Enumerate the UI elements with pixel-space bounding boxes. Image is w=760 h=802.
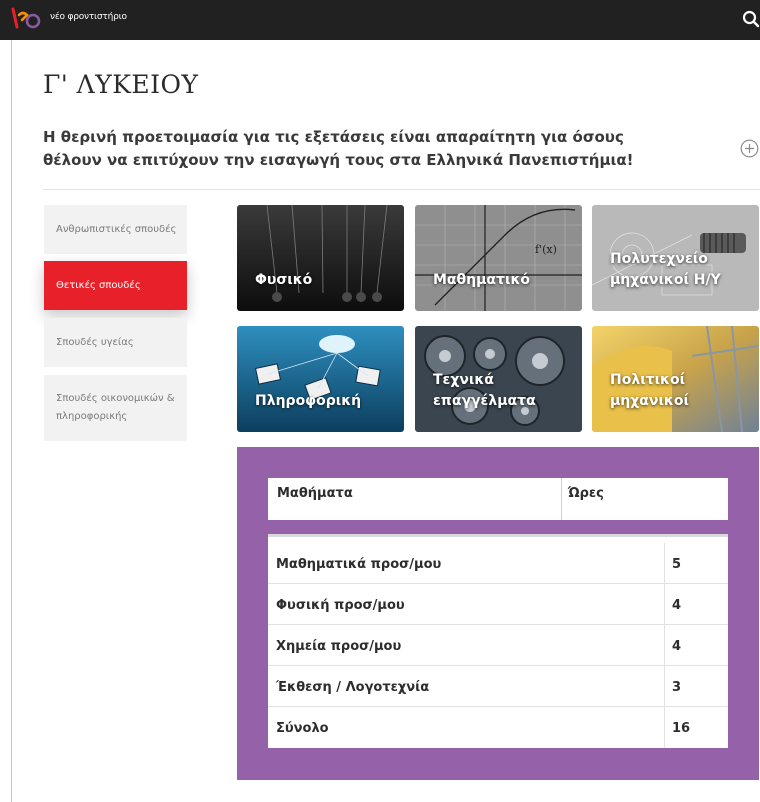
tile-informatics-image [237, 326, 404, 432]
cell-separator [664, 666, 665, 707]
tile-label: Μαθηματικό [433, 272, 531, 288]
category-label: Σπουδές οικονομικών & πληροφορικής [56, 393, 175, 422]
hours-cell: 4 [672, 639, 682, 654]
subject-cell: Μαθηματικά προσ/μου [276, 557, 442, 572]
svg-text:f'(x): f'(x) [535, 243, 557, 256]
header-separator [561, 478, 562, 520]
category-label: Σπουδές υγείας [56, 336, 134, 348]
cell-separator [664, 584, 665, 625]
table-row: Φυσική προσ/μου 4 [268, 584, 728, 625]
category-health[interactable]: Σπουδές υγείας [44, 318, 187, 367]
category-sciences[interactable]: Θετικές σπουδές [44, 261, 187, 310]
category-label: Ανθρωπιστικές σπουδές [56, 223, 177, 235]
hours-cell: 5 [672, 557, 682, 572]
subject-cell: Φυσική προσ/μου [276, 598, 405, 613]
header-subjects: Μαθήματα [277, 486, 353, 501]
tile-civil-engineers[interactable]: Πολιτικοί μηχανικοί [592, 326, 759, 432]
cell-separator [664, 625, 665, 666]
top-navbar: νέο φροντιστήριο [0, 0, 760, 40]
tile-mathematics-image: f'(x) [415, 205, 582, 311]
table-body: Μαθηματικά προσ/μου 5 Φυσική προσ/μου 4 … [268, 534, 728, 748]
tile-label: Τεχνικά επαγγέλματα [433, 372, 536, 409]
subject-cell: Χημεία προσ/μου [276, 639, 402, 654]
table-row: Έκθεση / Λογοτεχνία 3 [268, 666, 728, 707]
plus-circle-icon[interactable] [740, 139, 759, 158]
tile-label: Πληροφορική [255, 393, 362, 409]
hours-cell: 4 [672, 598, 682, 613]
table-top-line [268, 534, 728, 537]
tile-polytechnic[interactable]: Πολυτεχνείο μηχανικοί Η/Υ [592, 205, 759, 311]
neo-logo-icon[interactable] [10, 5, 42, 35]
section-divider [43, 189, 760, 190]
cell-separator [664, 543, 665, 584]
category-humanities[interactable]: Ανθρωπιστικές σπουδές [44, 205, 187, 254]
cell-separator [664, 707, 665, 748]
subject-cell: Σύνολο [276, 721, 329, 736]
tile-label: Πολιτικοί μηχανικοί [610, 372, 689, 409]
tile-physics[interactable]: Φυσικό [237, 205, 404, 311]
tile-label: Φυσικό [255, 272, 313, 288]
table-row: Μαθηματικά προσ/μου 5 [268, 543, 728, 584]
table-row: Χημεία προσ/μου 4 [268, 625, 728, 666]
category-label: Θετικές σπουδές [56, 279, 141, 291]
table-row-total: Σύνολο 16 [268, 707, 728, 748]
intro-text: Η θερινή προετοιμασία για τις εξετάσεις … [43, 128, 634, 169]
tile-informatics[interactable]: Πληροφορική [237, 326, 404, 432]
tile-mathematics[interactable]: f'(x) Μαθηματικό [415, 205, 582, 311]
tile-physics-image [237, 205, 404, 311]
left-border-line [11, 40, 12, 802]
category-economics-informatics[interactable]: Σπουδές οικονομικών & πληροφορικής [44, 375, 187, 441]
header-hours: Ώρες [568, 486, 604, 501]
table-header: Μαθήματα Ώρες [268, 478, 728, 520]
subject-cell: Έκθεση / Λογοτεχνία [276, 680, 430, 695]
page-title: Γ' ΛΥΚΕΙΟΥ [43, 70, 199, 99]
brand-name[interactable]: νέο φροντιστήριο [50, 12, 127, 22]
search-icon[interactable] [741, 9, 760, 29]
hours-cell: 16 [672, 721, 691, 736]
tile-label: Πολυτεχνείο μηχανικοί Η/Υ [610, 251, 721, 288]
tile-technical-professions[interactable]: Τεχνικά επαγγέλματα [415, 326, 582, 432]
hours-cell: 3 [672, 680, 682, 695]
